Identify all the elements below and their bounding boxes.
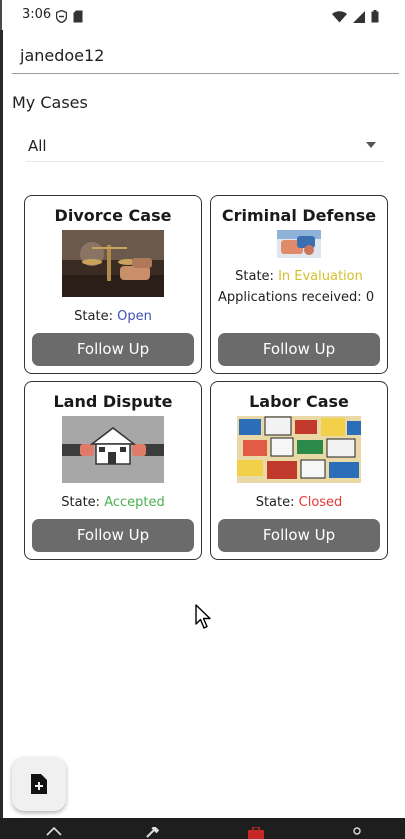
- sd-card-icon: [73, 8, 83, 27]
- state-label: State:: [235, 269, 279, 284]
- gavel-icon[interactable]: [144, 824, 160, 839]
- page-title: My Cases: [12, 93, 88, 112]
- add-case-button[interactable]: [12, 757, 66, 811]
- applications-count: 0: [365, 290, 375, 305]
- follow-up-button[interactable]: Follow Up: [32, 519, 194, 552]
- divorce-case-image: [62, 230, 164, 297]
- case-card-land-dispute[interactable]: Land Dispute State: Accepted Follow Up: [24, 381, 202, 560]
- case-state: State: Closed: [211, 495, 387, 510]
- case-title: Labor Case: [249, 392, 349, 411]
- state-value: Closed: [298, 495, 343, 510]
- case-card-criminal-defense[interactable]: Criminal Defense State: In Evaluation Ap…: [210, 195, 388, 374]
- applications-label: Applications received:: [218, 290, 366, 305]
- username-field[interactable]: janedoe12: [20, 46, 104, 65]
- mouse-cursor-icon: [195, 604, 213, 634]
- follow-up-button[interactable]: Follow Up: [218, 333, 380, 366]
- signal-icon: [353, 8, 365, 27]
- shield-icon: [55, 8, 68, 27]
- state-value: In Evaluation: [278, 269, 363, 284]
- state-value: Open: [117, 309, 152, 324]
- chevron-down-icon: [366, 142, 376, 148]
- window-edge: [0, 0, 3, 839]
- case-state: State: Open: [25, 309, 201, 324]
- case-card-labor[interactable]: Labor Case State: Closed Follow Up: [210, 381, 388, 560]
- state-label: State:: [61, 495, 105, 510]
- home-icon[interactable]: [46, 824, 62, 839]
- follow-up-button[interactable]: Follow Up: [218, 519, 380, 552]
- case-state: State: In Evaluation: [211, 269, 387, 284]
- follow-up-button[interactable]: Follow Up: [32, 333, 194, 366]
- bottom-navigation: [0, 818, 405, 839]
- profile-icon[interactable]: [352, 824, 362, 839]
- case-title: Divorce Case: [54, 206, 172, 225]
- username-underline: [12, 73, 399, 74]
- case-title: Criminal Defense: [221, 206, 377, 225]
- status-bar: 3:06: [0, 0, 405, 30]
- status-time: 3:06: [22, 7, 52, 22]
- land-dispute-image: [62, 416, 164, 483]
- labor-case-image: [237, 416, 361, 483]
- state-label: State:: [74, 309, 118, 324]
- state-value: Accepted: [104, 495, 165, 510]
- case-card-divorce[interactable]: Divorce Case State: Open Follow Up: [24, 195, 202, 374]
- case-filter-dropdown[interactable]: All: [26, 130, 384, 162]
- add-document-icon: [31, 774, 47, 798]
- criminal-defense-image: [277, 230, 321, 258]
- briefcase-icon[interactable]: [247, 824, 265, 839]
- state-label: State:: [255, 495, 299, 510]
- case-title: Land Dispute: [53, 392, 173, 411]
- case-state: State: Accepted: [25, 495, 201, 510]
- applications-received: Applications received: 0: [218, 288, 383, 307]
- filter-selected-value: All: [28, 137, 47, 155]
- wifi-icon: [332, 8, 347, 27]
- battery-icon: [371, 8, 379, 27]
